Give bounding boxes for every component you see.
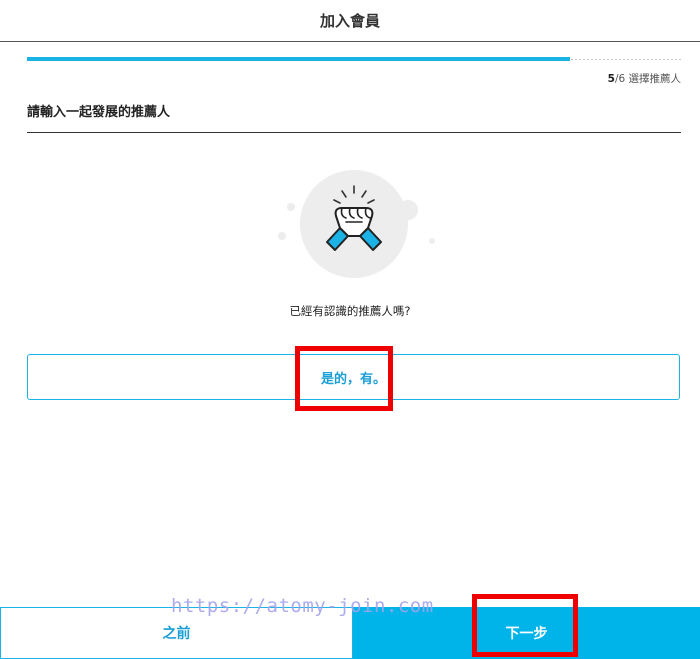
next-button-label: 下一步 (505, 626, 548, 642)
step-label: 選擇推薦人 (625, 73, 681, 85)
step-indicator: 5/6 選擇推薦人 (608, 71, 681, 86)
yes-option-label: 是的，有。 (320, 371, 386, 387)
page-header: 加入會員 (0, 0, 700, 42)
referrer-question: 已經有認識的推薦人嗎? (289, 304, 411, 318)
signup-page: 加入會員 5/6 選擇推薦人 請輸入一起發展的推薦人 已經有認識的推薦人嗎? 是… (0, 0, 700, 659)
next-button[interactable]: 下一步 (353, 607, 700, 659)
question-title: 請輸入一起發展的推薦人 (27, 105, 171, 120)
progress-fill (27, 57, 570, 61)
handshake-icon (270, 170, 440, 282)
previous-button-label: 之前 (162, 626, 191, 642)
title-divider (27, 132, 681, 133)
progress-bar (27, 57, 681, 61)
yes-option-button[interactable]: 是的，有。 (27, 354, 680, 400)
current-step: 5 (607, 73, 615, 85)
total-step: /6 (614, 73, 626, 85)
previous-button[interactable]: 之前 (0, 607, 353, 659)
page-title: 加入會員 (319, 12, 380, 30)
footer-nav: 之前 下一步 (0, 607, 700, 659)
